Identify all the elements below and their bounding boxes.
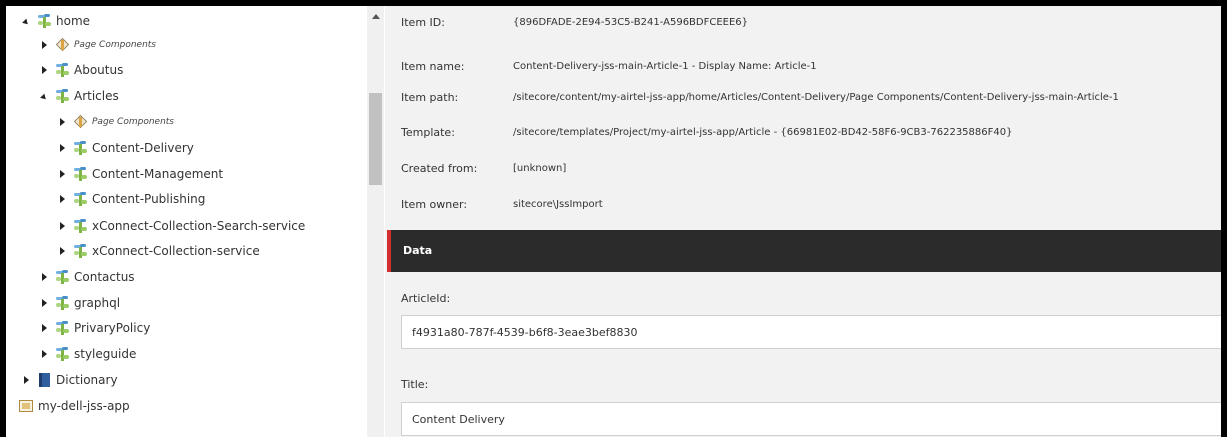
tree-node-label: my-dell-jss-app — [38, 399, 130, 413]
tree-node[interactable]: xConnect-Collection-service — [56, 239, 260, 263]
collapsed-arrow-icon[interactable] — [38, 348, 50, 360]
collapsed-arrow-icon[interactable] — [56, 168, 68, 180]
tree-node-label: Content-Delivery — [92, 141, 194, 155]
cube-icon — [72, 114, 88, 130]
plant-icon — [72, 191, 88, 207]
tree-node[interactable]: xConnect-Collection-Search-service — [56, 214, 305, 238]
template-value[interactable]: /sitecore/templates/Project/my-airtel-js… — [513, 127, 1012, 138]
collapsed-arrow-icon[interactable] — [38, 64, 50, 76]
tree-node-label: xConnect-Collection-Search-service — [92, 219, 306, 233]
item-owner-value[interactable]: sitecore\JssImport — [513, 199, 603, 210]
article-id-field[interactable]: f4931a80-787f-4539-b6f8-3eae3bef8830 — [401, 315, 1221, 349]
plant-icon — [72, 243, 88, 259]
tree-node-label: home — [56, 14, 91, 28]
info-row-item-owner: Item owner: sitecore\JssImport — [401, 194, 603, 214]
expanded-arrow-icon[interactable] — [20, 15, 32, 27]
title-field-value: Content Delivery — [412, 412, 505, 426]
title-field[interactable]: Content Delivery — [401, 402, 1221, 436]
plant-icon — [54, 320, 70, 336]
tree-node[interactable]: Page Components — [56, 110, 174, 134]
info-row-item-name: Item name: Content-Delivery-jss-main-Art… — [401, 56, 817, 76]
tree-node[interactable]: Page Components — [38, 33, 156, 57]
tree-node[interactable]: Content-Publishing — [56, 187, 205, 211]
book-icon — [36, 372, 52, 388]
item-owner-label: Item owner: — [401, 197, 468, 211]
plant-icon — [54, 346, 70, 362]
item-editor: Item ID: {896DFADE-2E94-53C5-B241-A596BD… — [385, 6, 1221, 437]
tree-node[interactable]: graphql — [38, 291, 120, 315]
tree-node[interactable]: styleguide — [38, 342, 136, 366]
collapsed-arrow-icon[interactable] — [56, 142, 68, 154]
tree-node[interactable]: Contactus — [38, 265, 135, 289]
content-editor-window: home Page Components Aboutus Articles Page C… — [6, 6, 1221, 437]
info-row-template: Template: /sitecore/templates/Project/my… — [401, 122, 1012, 142]
tree-node[interactable]: Content-Management — [56, 162, 223, 186]
collapsed-arrow-icon[interactable] — [20, 374, 32, 386]
tree-node[interactable]: home — [20, 9, 90, 33]
template-label: Template: — [401, 125, 455, 139]
tree-node-label: Page Components — [74, 40, 156, 50]
created-from-label: Created from: — [401, 161, 478, 175]
data-section-title: Data — [403, 244, 433, 257]
tree-node-label: Content-Management — [92, 167, 224, 181]
plant-icon — [72, 218, 88, 234]
tree-node[interactable]: Articles — [38, 84, 119, 108]
item-path-value[interactable]: /sitecore/content/my-airtel-jss-app/home… — [513, 92, 1119, 103]
tree-node[interactable]: Aboutus — [38, 58, 123, 82]
collapsed-arrow-icon[interactable] — [38, 271, 50, 283]
tree-scrollbar[interactable] — [367, 6, 384, 437]
collapsed-arrow-icon[interactable] — [38, 322, 50, 334]
plant-icon — [54, 295, 70, 311]
plant-icon — [72, 166, 88, 182]
article-id-label: ArticleId: — [401, 292, 451, 305]
collapsed-arrow-icon[interactable] — [38, 297, 50, 309]
content-tree: home Page Components Aboutus Articles Page C… — [6, 6, 385, 437]
scrollbar-thumb[interactable] — [369, 93, 382, 185]
collapsed-arrow-icon[interactable] — [56, 220, 68, 232]
tree-node-label: xConnect-Collection-service — [92, 244, 260, 258]
tree-node-label: Dictionary — [56, 373, 118, 387]
cube-icon — [54, 37, 70, 53]
scroll-up-arrow-icon[interactable] — [372, 14, 380, 19]
tree-node-label: graphql — [74, 296, 121, 310]
expanded-arrow-icon[interactable] — [38, 90, 50, 102]
plant-icon — [54, 62, 70, 78]
tree-node[interactable]: Dictionary — [20, 368, 118, 392]
site-icon — [18, 398, 34, 414]
collapsed-arrow-icon[interactable] — [56, 193, 68, 205]
tree-node-label: PrivaryPolicy — [74, 321, 151, 335]
tree-node-label: Content-Publishing — [92, 192, 206, 206]
tree-node-label: styleguide — [74, 347, 137, 361]
article-id-value: f4931a80-787f-4539-b6f8-3eae3bef8830 — [412, 325, 638, 339]
item-name-value[interactable]: Content-Delivery-jss-main-Article-1 - Di… — [513, 61, 817, 72]
created-from-value[interactable]: [unknown] — [513, 163, 566, 174]
item-id-value[interactable]: {896DFADE-2E94-53C5-B241-A596BDFCEEE6} — [513, 17, 748, 28]
info-row-created-from: Created from: [unknown] — [401, 158, 566, 178]
data-section-header[interactable]: Data — [387, 230, 1221, 272]
collapsed-arrow-icon[interactable] — [56, 116, 68, 128]
item-path-label: Item path: — [401, 90, 459, 104]
tree-node-label: Articles — [74, 89, 119, 103]
tree-node[interactable]: Content-Delivery — [56, 136, 194, 160]
collapsed-arrow-icon[interactable] — [38, 39, 50, 51]
plant-icon — [36, 13, 52, 29]
title-field-label: Title: — [401, 378, 429, 391]
tree-node[interactable]: my-dell-jss-app — [18, 394, 130, 418]
tree-node[interactable]: PrivaryPolicy — [38, 316, 150, 340]
collapsed-arrow-icon[interactable] — [56, 245, 68, 257]
tree-node-label: Page Components — [92, 117, 174, 127]
info-row-item-path: Item path: /sitecore/content/my-airtel-j… — [401, 87, 1119, 107]
plant-icon — [54, 269, 70, 285]
info-row-item-id: Item ID: {896DFADE-2E94-53C5-B241-A596BD… — [401, 12, 748, 32]
tree-node-label: Aboutus — [74, 63, 124, 77]
tree-node-label: Contactus — [74, 270, 135, 284]
item-id-label: Item ID: — [401, 15, 445, 29]
item-name-label: Item name: — [401, 59, 465, 73]
plant-icon — [72, 140, 88, 156]
plant-icon — [54, 88, 70, 104]
